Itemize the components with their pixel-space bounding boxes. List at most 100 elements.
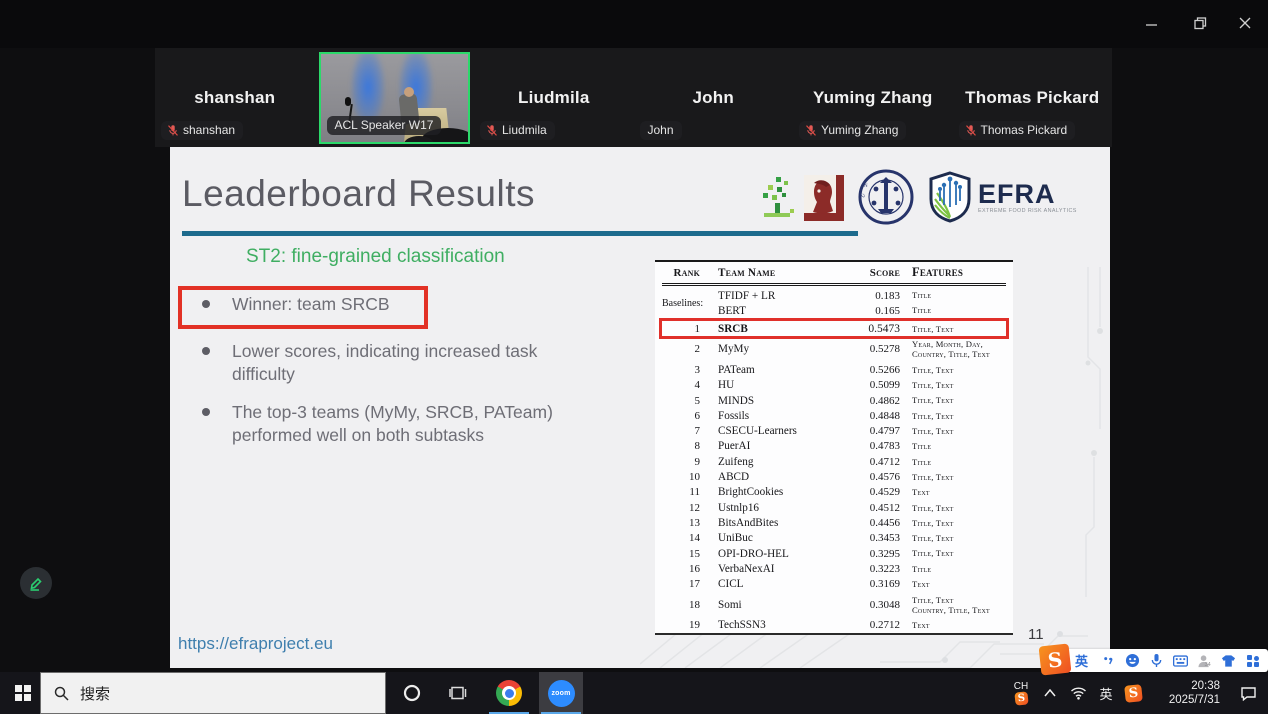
minimize-button[interactable] <box>1135 10 1169 36</box>
zoom-taskbar-button[interactable]: zoom <box>539 672 583 714</box>
presentation-slide: Leaderboard Results <box>170 147 1110 668</box>
ime-mode-indicator[interactable]: CH S <box>1006 681 1036 705</box>
clock[interactable]: 20:38 2025/7/31 <box>1154 679 1220 707</box>
cell-team: OPI-DRO-HEL <box>718 548 836 560</box>
action-center-button[interactable] <box>1228 686 1268 701</box>
emoji-icon <box>1125 653 1140 668</box>
feature-line: Text <box>912 620 1006 630</box>
feature-line: Title, Text <box>912 533 1006 543</box>
windows-logo-icon <box>15 685 31 701</box>
table-row: 6Fossils0.4848Title, Text <box>662 408 1006 423</box>
sogou-icon: S <box>1124 684 1143 703</box>
cell-rank: 14 <box>662 532 706 544</box>
column-header-score: Score <box>836 267 900 279</box>
table-row: 8PuerAI0.4783Title <box>662 439 1006 454</box>
muted-mic-icon <box>965 124 977 137</box>
sogou-lang-button[interactable]: 英 <box>1075 651 1092 670</box>
participant-name-chip: Thomas Pickard <box>959 121 1076 140</box>
cell-rank: 2 <box>662 343 706 355</box>
cell-score: 0.165 <box>836 305 900 317</box>
logo-row: UN EFRA <box>760 169 1100 225</box>
cell-features: Title, Text <box>912 411 1006 421</box>
cell-score: 0.5266 <box>836 364 900 376</box>
slide-title: Leaderboard Results <box>182 173 535 215</box>
toolbox-button[interactable] <box>1245 653 1260 668</box>
cell-features: Title <box>912 290 1006 300</box>
svg-text:N: N <box>864 184 868 189</box>
sogou-logo-button[interactable]: S <box>1039 644 1072 676</box>
close-button[interactable] <box>1228 10 1262 36</box>
zoom-icon: zoom <box>548 680 575 707</box>
chrome-taskbar-button[interactable] <box>487 672 531 714</box>
bullet-dot-icon <box>202 347 210 355</box>
participant-tile[interactable]: Yuming ZhangYuming Zhang <box>793 48 953 147</box>
column-header-team: Team Name <box>718 267 836 279</box>
task-view-button[interactable] <box>435 672 481 714</box>
ime-mode-label: CH <box>1014 681 1028 692</box>
efra-logo: EFRA EXTREME FOOD RISK ANALYTICS <box>928 171 1077 223</box>
participant-name-chip: shanshan <box>161 121 243 140</box>
participant-chip-label: shanshan <box>183 123 235 137</box>
cell-rank: 19 <box>662 619 706 631</box>
punctuation-button[interactable] <box>1101 653 1116 668</box>
restore-button[interactable] <box>1183 10 1217 36</box>
muted-mic-icon <box>805 124 817 137</box>
sogou-toolbar: 英 34 <box>1058 649 1268 672</box>
cell-features: Title, Text <box>912 518 1006 528</box>
taskbar-search-box[interactable]: 搜索 <box>40 672 386 714</box>
skin-button[interactable] <box>1221 653 1236 668</box>
baseline-row: BERT0.165Title <box>718 303 1006 318</box>
soft-keyboard-button[interactable] <box>1173 653 1188 668</box>
participant-tile[interactable]: JohnJohn <box>634 48 794 147</box>
sogou-ime-button[interactable]: S <box>1120 685 1146 702</box>
baselines-label: Baselines: <box>662 298 706 309</box>
cell-score: 0.4797 <box>836 425 900 437</box>
cell-team: MyMy <box>718 343 836 355</box>
cell-rank: 16 <box>662 563 706 575</box>
time-label: 20:38 <box>1191 679 1220 693</box>
participant-name-chip: Yuming Zhang <box>799 121 906 140</box>
cell-team: PuerAI <box>718 440 836 452</box>
classical-bust-logo <box>802 173 846 223</box>
cell-score: 0.4712 <box>836 456 900 468</box>
cell-score: 0.3048 <box>836 599 900 611</box>
language-indicator[interactable]: 英 <box>1092 684 1120 703</box>
cell-rank: 10 <box>662 471 706 483</box>
cell-features: Title <box>912 441 1006 451</box>
emoji-button[interactable] <box>1125 653 1140 668</box>
wifi-icon <box>1070 686 1087 700</box>
participant-name-chip: John <box>640 121 682 140</box>
cell-score: 0.5099 <box>836 379 900 391</box>
cell-rank: 12 <box>662 502 706 514</box>
cortana-button[interactable] <box>389 672 435 714</box>
feature-line: Title <box>912 564 1006 574</box>
bullet-text: Lower scores, indicating increased task … <box>232 341 537 384</box>
participant-tile[interactable]: shanshanshanshan <box>155 48 315 147</box>
cell-rank: 9 <box>662 456 706 468</box>
cell-team: CSECU-Learners <box>718 425 836 437</box>
feature-line: Title, Text <box>912 395 1006 405</box>
feature-line: Title, Text <box>912 324 1006 334</box>
participant-tile[interactable]: ACL Speaker W17 <box>315 48 475 147</box>
cell-team: BrightCookies <box>718 486 836 498</box>
cell-score: 0.4456 <box>836 517 900 529</box>
feature-line: Title, Text <box>912 503 1006 513</box>
wifi-button[interactable] <box>1064 686 1092 700</box>
cell-score: 0.3169 <box>836 578 900 590</box>
feature-line: Country, Title, Text <box>912 349 1006 359</box>
annotate-button[interactable] <box>20 567 52 599</box>
table-row: 11BrightCookies0.4529Text <box>662 485 1006 500</box>
cell-features: Title, Text <box>912 472 1006 482</box>
participant-tile[interactable]: Thomas PickardThomas Pickard <box>953 48 1113 147</box>
close-icon <box>1239 17 1251 29</box>
participant-tile[interactable]: LiudmilaLiudmila <box>474 48 634 147</box>
svg-text:34: 34 <box>1205 662 1211 668</box>
leaderboard-table: RankTeam NameScoreFeaturesBaselines:TFID… <box>655 260 1013 635</box>
voice-input-button[interactable] <box>1149 653 1164 668</box>
profile-button[interactable]: 34 <box>1197 653 1212 668</box>
table-row: 19TechSSN30.2712Text <box>662 618 1006 633</box>
task-view-icon <box>449 684 467 702</box>
hidden-icons-button[interactable] <box>1036 689 1064 697</box>
cell-score: 0.4862 <box>836 395 900 407</box>
participant-name: Liudmila <box>474 88 634 108</box>
